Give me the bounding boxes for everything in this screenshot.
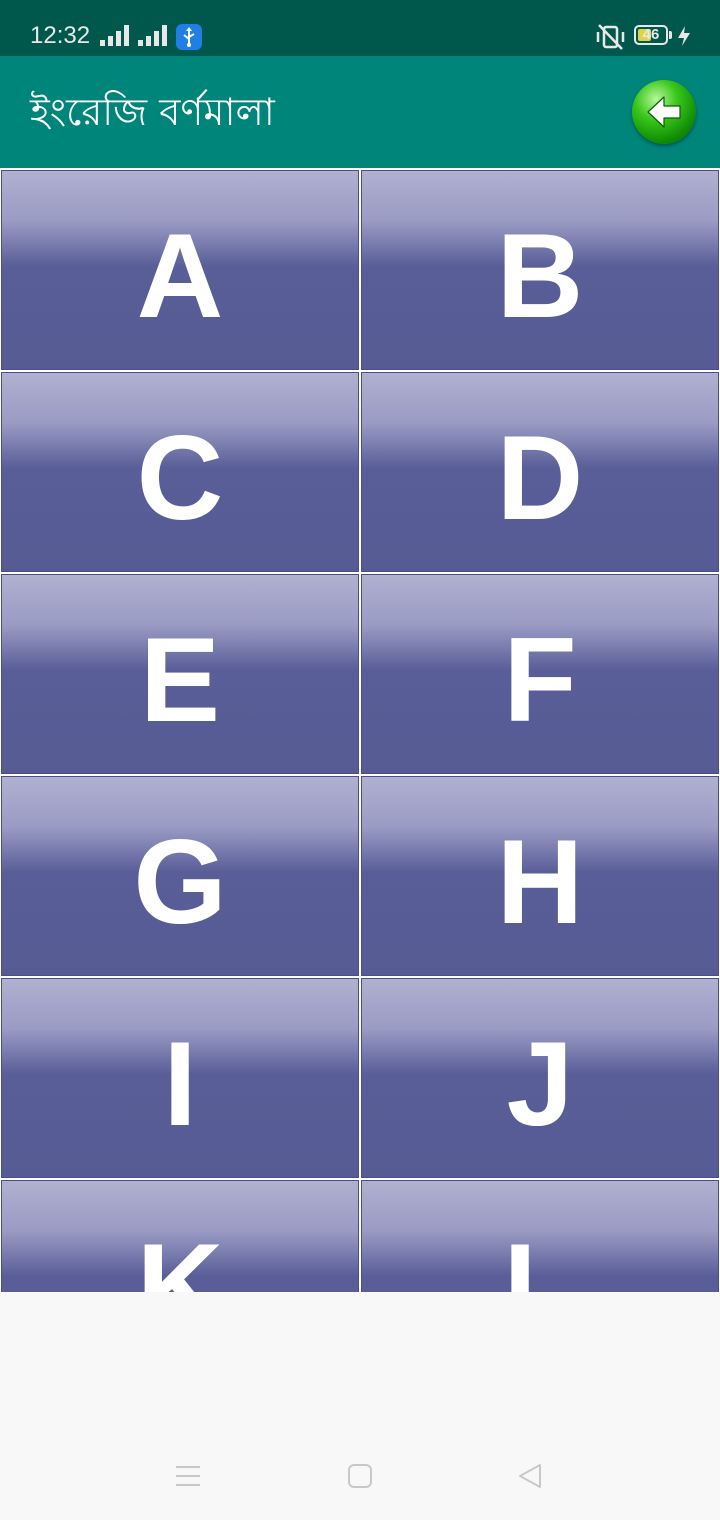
battery-nub: [669, 31, 672, 39]
letter-tile-k[interactable]: K: [1, 1180, 359, 1292]
letter-tile-d[interactable]: D: [361, 372, 719, 572]
app-bar: ইংরেজি বর্ণমালা: [0, 56, 720, 168]
usb-icon: [176, 24, 202, 50]
letter-label: F: [503, 613, 577, 747]
back-button[interactable]: [632, 80, 696, 144]
letter-label: K: [136, 1219, 224, 1292]
letter-tile-h[interactable]: H: [361, 776, 719, 976]
letter-label: E: [139, 613, 221, 747]
menu-icon[interactable]: [174, 1462, 202, 1490]
letter-label: C: [136, 411, 224, 545]
signal-icon: [100, 25, 129, 46]
status-time: 12:32: [30, 22, 91, 49]
letter-tile-l[interactable]: L: [361, 1180, 719, 1292]
letter-tile-i[interactable]: I: [1, 978, 359, 1178]
home-icon[interactable]: [346, 1462, 374, 1490]
letter-label: B: [496, 209, 584, 343]
letter-label: J: [506, 1017, 574, 1151]
letter-tile-b[interactable]: B: [361, 170, 719, 370]
letter-label: I: [163, 1017, 197, 1151]
letter-label: G: [133, 815, 227, 949]
letter-label: A: [136, 209, 224, 343]
letter-tile-a[interactable]: A: [1, 170, 359, 370]
page-title: ইংরেজি বর্ণমালা: [30, 90, 275, 134]
letter-grid: A B C D E F G H I J K L: [0, 168, 720, 1292]
status-bar: 12:32 46: [0, 0, 720, 56]
green-back-arrow-icon: [647, 96, 681, 128]
system-nav-bar: [0, 1292, 720, 1520]
back-icon[interactable]: [516, 1462, 544, 1490]
letter-tile-g[interactable]: G: [1, 776, 359, 976]
letter-label: L: [503, 1219, 577, 1292]
letter-tile-e[interactable]: E: [1, 574, 359, 774]
letter-label: D: [496, 411, 584, 545]
vibrate-off-icon: [596, 24, 625, 50]
letter-tile-j[interactable]: J: [361, 978, 719, 1178]
letter-tile-f[interactable]: F: [361, 574, 719, 774]
charging-icon: [678, 26, 690, 46]
letter-tile-c[interactable]: C: [1, 372, 359, 572]
letter-label: H: [496, 815, 584, 949]
signal-icon: [138, 25, 167, 46]
battery-level: 46: [642, 26, 660, 43]
